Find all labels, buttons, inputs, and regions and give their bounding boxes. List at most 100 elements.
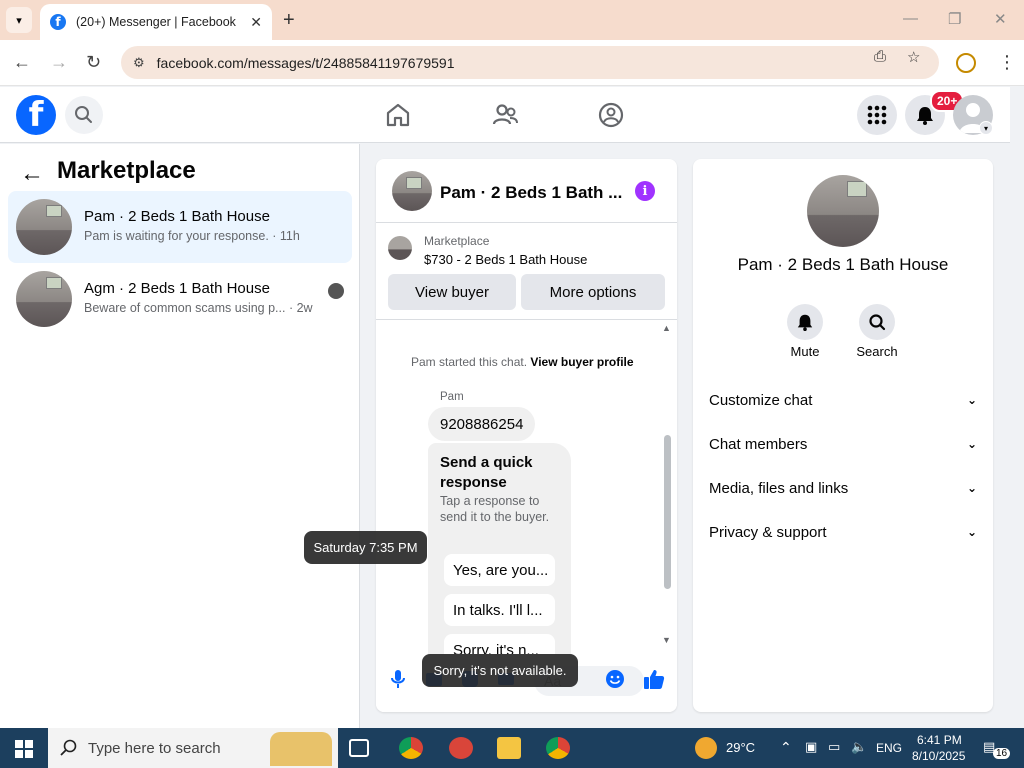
chat-members-item[interactable]: Chat members ⌄ [709,432,977,456]
conversation-item[interactable]: Agm · 2 Beds 1 Bath House Beware of comm… [8,263,352,335]
mute-button[interactable]: Mute [775,304,835,359]
listing-source-label: Marketplace [424,234,490,248]
file-explorer-icon[interactable] [497,737,521,759]
scroll-up-arrow-icon[interactable]: ▲ [662,323,671,333]
info-icon[interactable]: i [635,181,655,201]
show-hidden-icons-icon[interactable]: ⌃ [780,739,792,756]
listing-thumbnail [16,199,72,255]
panel-title: Marketplace [57,157,196,184]
browser-profile-icon[interactable] [956,53,976,73]
timestamp-tooltip: Saturday 7:35 PM [304,531,427,564]
conversation-name: Pam · 2 Beds 1 Bath House [737,255,949,274]
message-list[interactable]: ▲ ▼ Pam started this chat. View buyer pr… [376,321,677,683]
chevron-down-icon: ⌄ [966,393,977,407]
scrollbar-thumb[interactable] [664,435,671,589]
facebook-favicon-icon: f [50,14,66,30]
tab-close-icon[interactable]: ✕ [250,14,262,31]
quick-response-card: Send a quick response Tap a response to … [428,443,571,683]
search-icon [75,106,92,123]
minimize-icon[interactable]: — [903,10,918,27]
home-icon[interactable] [382,99,414,131]
message-bubble[interactable]: 9208886254 [428,407,536,441]
bookmark-star-icon[interactable]: ☆ [907,48,920,66]
scroll-down-arrow-icon[interactable]: ▼ [662,635,671,645]
search-highlight-icon[interactable] [270,732,332,766]
window-close-icon[interactable]: ✕ [994,10,1007,28]
browser-tab[interactable]: f (20+) Messenger | Facebook ✕ [40,4,272,40]
notification-count: 16 [993,748,1011,759]
paint-app-icon[interactable] [449,737,473,759]
privacy-support-item[interactable]: Privacy & support ⌄ [709,520,977,544]
taskbar-search-box[interactable]: Type here to search [48,728,338,768]
restore-icon[interactable]: ❐ [948,10,961,28]
tab-search-dropdown-icon[interactable]: ▾ [6,7,32,33]
url-text[interactable]: facebook.com/messages/t/2488584119767959… [157,55,455,71]
quick-response-description: Tap a response to send it to the buyer. [440,494,550,524]
view-buyer-profile-link[interactable]: View buyer profile [530,355,633,369]
section-label: Chat members [709,435,808,453]
input-language[interactable]: ENG [876,741,902,755]
account-chevron-down-icon[interactable]: ▾ [979,121,993,135]
section-label: Media, files and links [709,479,849,497]
clock-time[interactable]: 6:41 PM [917,733,962,747]
facebook-search-button[interactable] [65,96,103,134]
thumbs-up-icon[interactable] [643,668,665,690]
page-scrollbar[interactable] [1010,87,1024,728]
browser-menu-icon[interactable]: ⋮ [998,52,1016,73]
clock-date[interactable]: 8/10/2025 [912,749,965,763]
chrome-icon[interactable] [546,737,570,759]
bell-icon [787,304,823,340]
search-button[interactable]: Search [847,304,907,359]
chevron-down-icon: ⌄ [966,525,977,539]
system-message: Pam started this chat. View buyer profil… [411,355,634,369]
conversation-avatar [807,175,879,247]
customize-chat-item[interactable]: Customize chat ⌄ [709,388,977,412]
forward-arrow-icon[interactable]: → [50,52,68,73]
back-arrow-icon[interactable]: ← [20,160,44,188]
friends-icon[interactable] [489,99,521,131]
new-tab-icon[interactable]: + [283,9,295,32]
back-arrow-icon[interactable]: ← [13,52,31,73]
microphone-icon[interactable] [387,668,409,690]
facebook-logo-icon[interactable]: f [16,95,56,135]
menu-grid-icon[interactable] [857,95,897,135]
site-settings-icon[interactable]: ⚙ [133,55,145,71]
conversation-item[interactable]: Pam · 2 Beds 1 Bath House Pam is waiting… [8,191,352,263]
media-files-links-item[interactable]: Media, files and links ⌄ [709,476,977,500]
search-icon [859,304,895,340]
section-label: Privacy & support [709,523,827,541]
read-receipt-avatar [328,283,344,299]
conversation-name: Agm · 2 Beds 1 Bath House [84,280,270,297]
taskbar-search-placeholder: Type here to search [88,739,221,757]
network-icon[interactable]: ▭ [828,739,840,755]
meet-now-icon[interactable]: ▣ [805,739,817,755]
facebook-header: f 20+ ▾ [0,87,1010,143]
listing-card: Marketplace $730 - 2 Beds 1 Bath House V… [376,224,677,320]
listing-thumbnail [16,271,72,327]
windows-start-icon[interactable] [15,740,33,763]
chat-avatar[interactable] [392,171,432,211]
browser-tab-bar: ▾ f (20+) Messenger | Facebook ✕ + — ❐ ✕ [0,0,1024,40]
volume-icon[interactable]: 🔈 [851,739,867,755]
conversation-preview: Beware of common scams using p... · 2w [84,301,313,315]
windows-taskbar: Type here to search 29°C ⌃ ▣ ▭ 🔈 ENG 6:4… [0,728,1024,768]
emoji-icon[interactable] [604,668,626,690]
more-options-button[interactable]: More options [521,274,665,310]
view-buyer-button[interactable]: View buyer [388,274,516,310]
chat-title[interactable]: Pam · 2 Beds 1 Bath ... [440,183,622,203]
chrome-profile-icon[interactable] [399,737,423,759]
install-app-icon[interactable]: ⎙ [874,48,886,65]
groups-icon[interactable] [595,99,627,131]
system-message-text: Pam started this chat. [411,355,528,369]
task-view-icon[interactable] [349,739,369,757]
quick-response-option[interactable]: Yes, are you... [444,554,555,586]
sender-name: Pam [440,391,464,403]
listing-thumbnail [388,236,412,260]
listing-price[interactable]: $730 - 2 Beds 1 Bath House [424,252,587,267]
search-label: Search [856,344,898,359]
quick-response-option[interactable]: In talks. I'll l... [444,594,555,626]
reload-icon[interactable]: ↻ [86,52,101,73]
temperature[interactable]: 29°C [726,740,755,755]
weather-icon[interactable] [695,737,717,759]
url-bar[interactable]: ⚙ facebook.com/messages/t/24885841197679… [121,46,939,79]
